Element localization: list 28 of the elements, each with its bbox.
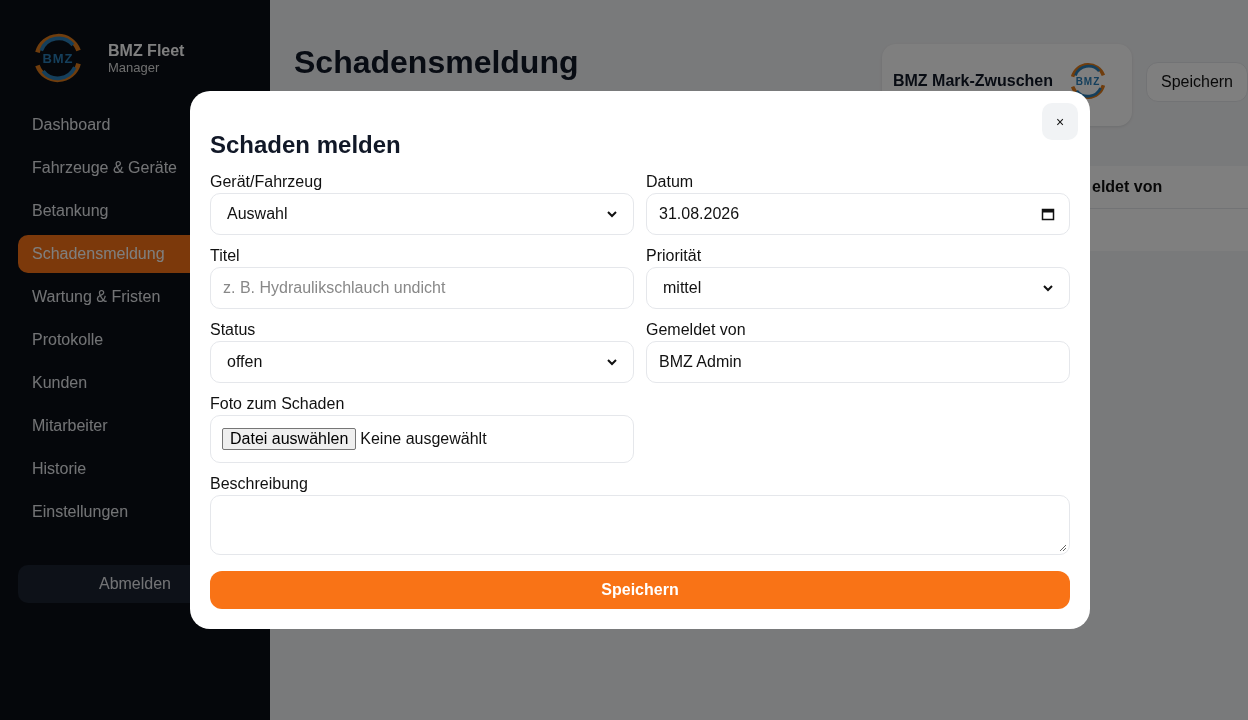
- company-name: BMZ Mark-Zwuschen: [892, 72, 1053, 90]
- input-field[interactable]: z. B. Hydraulikschlauch undicht: [210, 267, 634, 309]
- brand-name: BMZ Fleet: [108, 41, 185, 60]
- field-label: Status: [210, 321, 256, 339]
- field-label: Gerät/Fahrzeug: [210, 173, 323, 191]
- modal-title: Schaden melden: [210, 131, 402, 159]
- choose-file-button[interactable]: Datei auswählen: [222, 428, 357, 450]
- select-field[interactable]: offen: [210, 341, 634, 383]
- save-button[interactable]: Speichern: [1145, 62, 1248, 102]
- date-field[interactable]: 31.08.2026: [646, 193, 1070, 235]
- select-field[interactable]: mittel: [646, 267, 1070, 309]
- input-field[interactable]: BMZ Admin: [646, 341, 1070, 383]
- field-label: Beschreibung: [210, 475, 308, 493]
- page-title: Schadensmeldung: [294, 44, 580, 81]
- field-label: Titel: [210, 247, 240, 265]
- field-label: Priorität: [646, 247, 702, 265]
- submit-button[interactable]: Speichern: [210, 571, 1070, 609]
- field-label: Foto zum Schaden: [210, 395, 345, 413]
- textarea-field[interactable]: [210, 495, 1070, 555]
- file-status: Keine ausgewählt: [360, 430, 487, 448]
- field-label: Datum: [646, 173, 694, 191]
- select-field[interactable]: Auswahl: [210, 193, 634, 235]
- field-label: Gemeldet von: [646, 321, 746, 339]
- brand-subtitle: Manager: [108, 59, 161, 75]
- close-button[interactable]: ×: [1042, 103, 1078, 140]
- column-header: eldet von: [1092, 178, 1163, 195]
- calendar-icon: [1041, 207, 1055, 221]
- resize-grip-icon: [1058, 543, 1067, 552]
